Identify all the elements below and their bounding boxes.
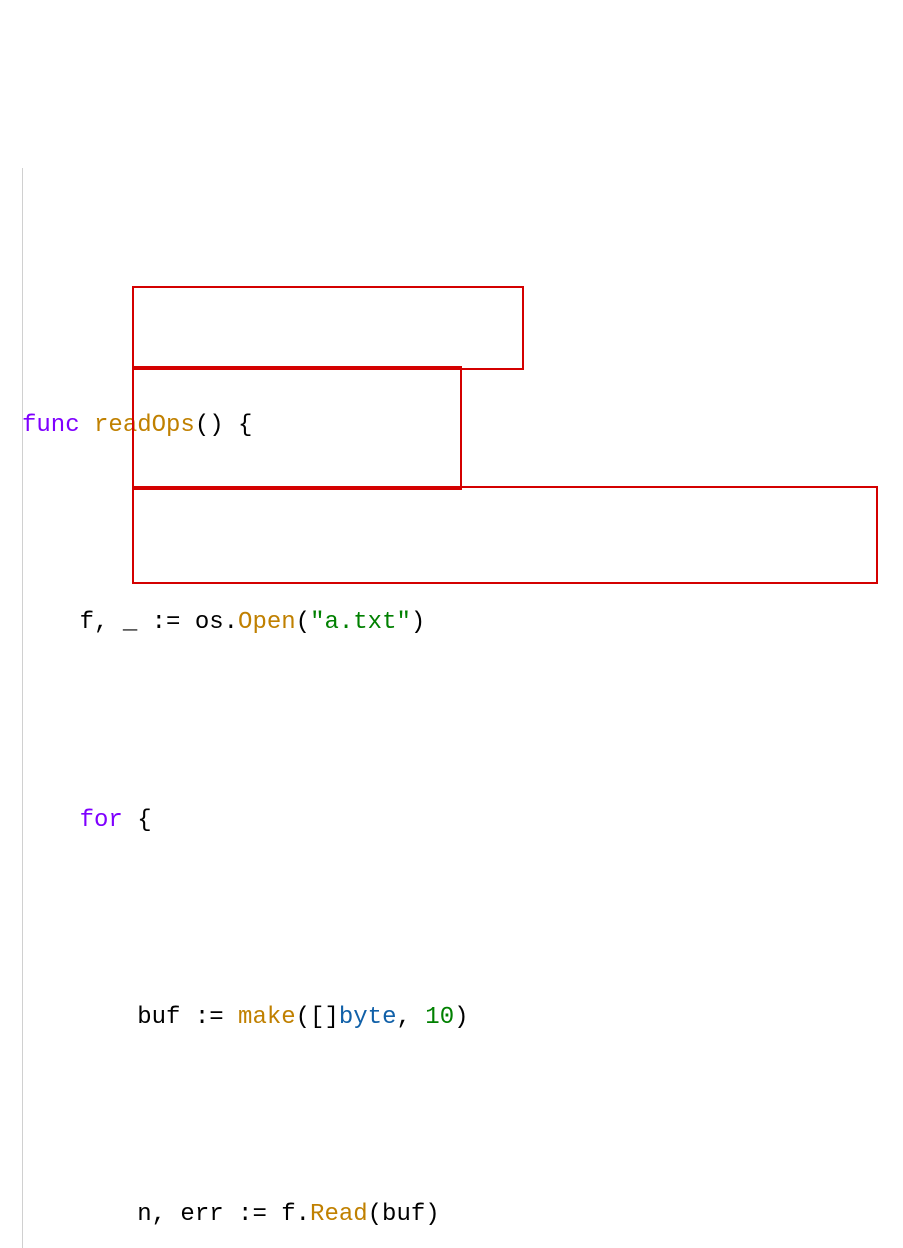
indent-guide (22, 168, 23, 1248)
type-byte: byte (339, 1004, 397, 1031)
code-line: for { (22, 801, 903, 840)
keyword-func: func (22, 412, 80, 439)
annotation-box (132, 286, 524, 370)
annotation-box (132, 486, 878, 584)
func-name: readOps (94, 412, 195, 439)
keyword-for: for (80, 807, 123, 834)
number-literal: 10 (425, 1004, 454, 1031)
call-open: Open (238, 609, 296, 636)
call-make: make (238, 1004, 296, 1031)
code-editor[interactable]: func readOps() { f, _ := os.Open("a.txt"… (0, 158, 903, 1248)
code-line: buf := make([]byte, 10) (22, 998, 903, 1037)
code-line: func readOps() { (22, 406, 903, 445)
call-read: Read (310, 1201, 368, 1228)
string-literal: "a.txt" (310, 609, 411, 636)
code-line: n, err := f.Read(buf) (22, 1195, 903, 1234)
code-line: f, _ := os.Open("a.txt") (22, 603, 903, 642)
